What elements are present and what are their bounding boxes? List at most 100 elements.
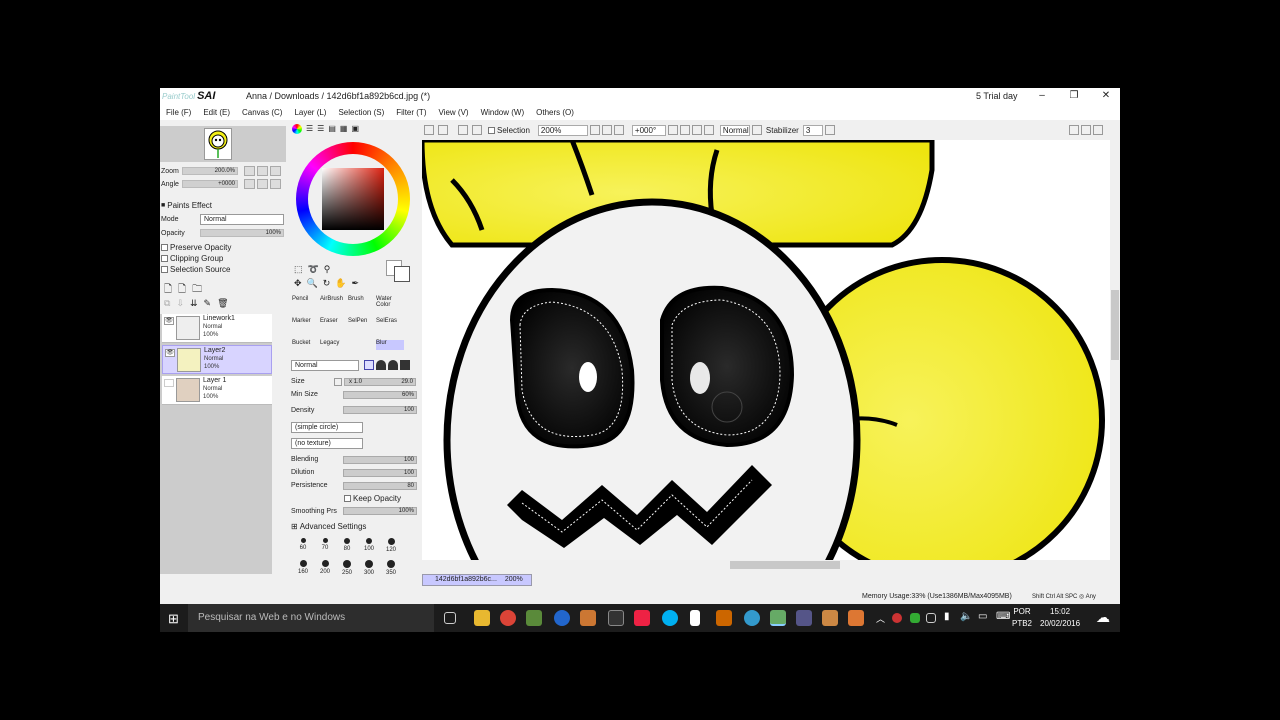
layer-row-layer2[interactable]: 👁 Layer2 Normal 100% [162,345,272,374]
new-linework-icon[interactable]: 🗋 [178,282,186,299]
paint-tool-sai-icon[interactable] [770,610,786,626]
flip-icon[interactable] [703,125,714,135]
rotate-reset-icon[interactable] [691,125,702,135]
layer-opacity-slider[interactable]: 100% [200,229,284,237]
tool-legacy[interactable]: Legacy [320,340,348,360]
merge-down-icon[interactable]: ⇊ [190,298,198,309]
paints-effect-header[interactable]: ■ Paints Effect [161,201,212,210]
menu-selection[interactable]: Selection (S) [338,108,384,117]
copy-layer-icon[interactable]: ⧉ [164,298,170,309]
hsv-slider-tab-icon[interactable]: ☰ [317,124,324,134]
tray-icon-red[interactable] [892,613,902,623]
rotate-cw-icon[interactable] [679,125,690,135]
keyboard-icon[interactable]: ⌨ [996,611,1010,622]
persistence-slider[interactable]: 80 [343,482,417,490]
minsize-slider[interactable]: 60% [343,391,417,399]
keep-opacity-checkbox[interactable]: Keep Opacity [344,494,401,503]
panel-minimize-icon[interactable] [1068,125,1079,135]
dilution-slider[interactable]: 100 [343,469,417,477]
menu-window[interactable]: Window (W) [481,108,525,117]
tool-pencil[interactable]: Pencil [292,296,320,316]
menu-file[interactable]: File (F) [166,108,191,117]
clear-layer-icon[interactable]: ✎ [204,298,212,309]
vertical-scroll-thumb[interactable] [1111,290,1119,360]
brush-size-preset[interactable]: 200 [314,558,336,580]
tool-selpen[interactable]: SelPen [348,318,376,338]
selection-source-checkbox[interactable]: Selection Source [161,265,230,274]
edge-hard-icon[interactable] [364,360,374,370]
app-icon-f[interactable] [554,610,570,626]
brush-size-preset[interactable]: 70 [314,536,336,558]
app-icon-fox[interactable] [848,610,864,626]
app-icon-paint[interactable] [580,610,596,626]
zoom-field[interactable]: 200% [537,124,588,136]
brush-texture-select[interactable]: (no texture) [291,438,363,449]
view-mode-dropdown-icon[interactable] [751,125,762,135]
color-wheel-tab-icon[interactable] [292,124,302,134]
brush-size-preset[interactable]: 100 [358,536,380,558]
weather-cloud-icon[interactable]: ☁ [1096,609,1110,626]
canvas-vertical-scrollbar[interactable] [1110,140,1120,570]
visibility-eye-icon[interactable] [164,379,174,387]
navigator-preview[interactable] [160,126,286,162]
edge-soft-icon[interactable] [388,360,398,370]
brush-size-preset[interactable]: 300 [358,558,380,580]
tray-expand-icon[interactable]: ︿ [876,612,885,625]
network-icon[interactable]: ▮ [944,611,950,622]
system-clock[interactable]: 15:02 20/02/2016 [1040,606,1080,630]
angle-slider[interactable]: +0000 [182,180,238,188]
document-icon[interactable] [690,610,700,626]
tool-bucket[interactable]: Bucket [292,340,320,360]
drawing-canvas[interactable] [422,140,1112,560]
color-saturation-square[interactable] [322,168,384,230]
clipping-group-checkbox[interactable]: Clipping Group [161,254,223,263]
new-layer-icon[interactable]: 🗋 [164,282,172,299]
minecraft-icon[interactable] [526,610,542,626]
zoom-icon[interactable]: 🔍 [307,278,318,289]
size-slider[interactable]: x 1.0 29.0 [344,378,416,386]
color-wheel[interactable] [296,142,410,256]
rotate-right-button[interactable] [257,179,268,189]
menu-edit[interactable]: Edit (E) [203,108,230,117]
panel-restore-icon[interactable] [1080,125,1091,135]
tool-blur[interactable]: Blur [376,340,404,350]
redo-icon[interactable] [438,125,448,135]
zoom-in-button[interactable] [257,166,268,176]
advanced-settings-toggle[interactable]: ⊞ Advanced Settings [291,522,366,531]
app-icon-red[interactable] [634,610,650,626]
brush-shape-select[interactable]: (simple circle) [291,422,363,433]
tray-icon-battery[interactable] [926,613,936,623]
rotate-left-button[interactable] [244,179,255,189]
brush-size-preset[interactable]: 80 [336,536,358,558]
invert-selection-icon[interactable] [472,125,482,135]
close-button[interactable]: ✕ [1096,89,1116,103]
selection-checkbox-icon[interactable] [488,126,495,134]
visibility-eye-icon[interactable]: 👁 [165,349,175,357]
scratchpad-tab-icon[interactable]: ▣ [351,124,359,134]
zoom-slider[interactable]: 200.0% [182,167,238,175]
smoothing-slider[interactable]: 100% [343,507,417,515]
selection-toggle[interactable]: Selection [488,126,530,135]
edge-flat-icon[interactable] [400,360,410,370]
layer-row-linework1[interactable]: 👁 Linework1 Normal 100% [162,314,272,343]
primary-color-swatch[interactable] [394,266,410,282]
tool-brush[interactable]: Brush [348,296,376,316]
stabilizer-dropdown-icon[interactable] [824,125,835,135]
visibility-eye-icon[interactable]: 👁 [164,317,174,325]
task-view-icon[interactable] [444,612,456,624]
rotate-ccw-icon[interactable] [667,125,678,135]
angle-field[interactable]: +000° [631,124,666,136]
tool-eraser[interactable]: Eraser [320,318,348,338]
windows-start-icon[interactable]: ⊞ [168,611,179,627]
transfer-down-icon[interactable]: ⇩ [176,298,184,309]
taskbar-search-box[interactable]: Pesquisar na Web e no Windows [188,604,434,632]
file-explorer-icon[interactable] [474,610,490,626]
volume-icon[interactable]: 🔈 [960,611,972,622]
menu-view[interactable]: View (V) [438,108,468,117]
magic-wand-icon[interactable]: ⚲ [324,264,331,275]
brush-size-preset[interactable]: 160 [292,558,314,580]
density-slider[interactable]: 100 [343,406,417,414]
language-indicator[interactable]: POR PTB2 [1012,606,1032,630]
move-icon[interactable]: ✥ [294,278,302,289]
app-icon-stack[interactable] [796,610,812,626]
